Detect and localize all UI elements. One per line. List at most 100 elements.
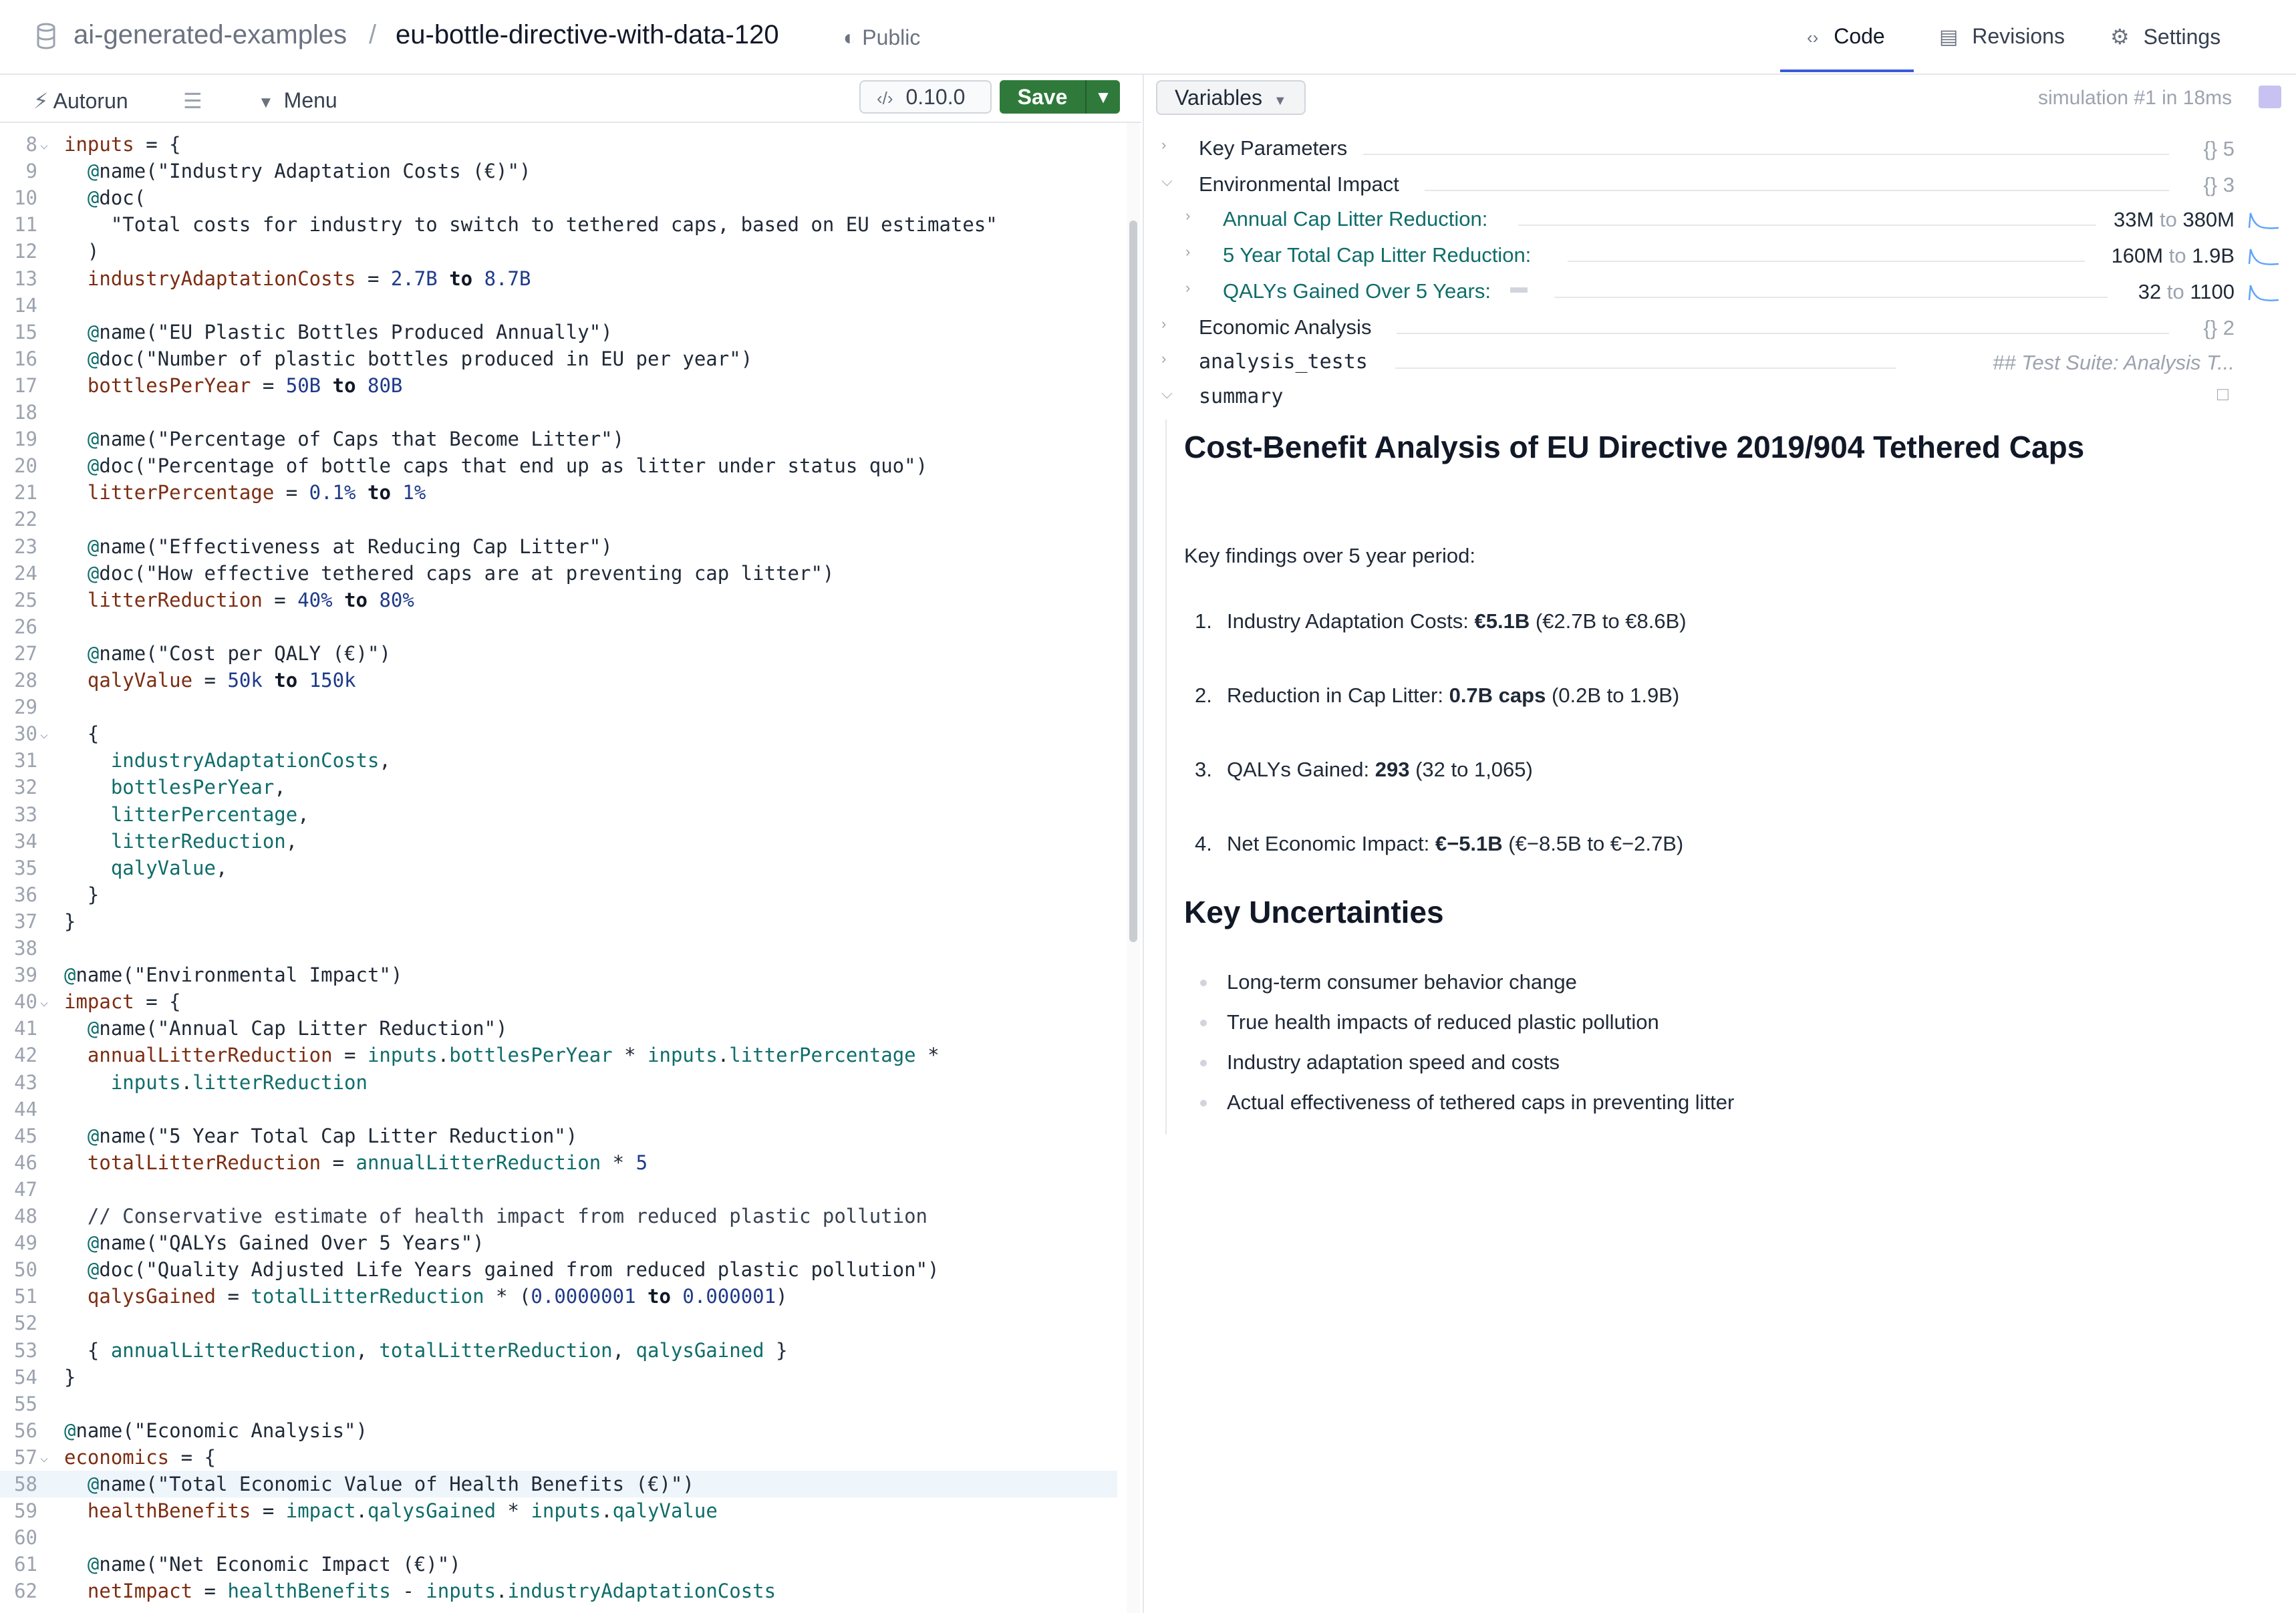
distribution-sparkline-icon[interactable] — [2248, 245, 2280, 265]
code-line[interactable]: 61 @name("Net Economic Impact (€)") — [0, 1551, 1117, 1578]
code-line[interactable]: 27 @name("Cost per QALY (€)") — [0, 640, 1117, 667]
editor-scrollbar-thumb[interactable] — [1129, 221, 1137, 942]
code-line[interactable]: 45 @name("5 Year Total Cap Litter Reduct… — [0, 1123, 1117, 1149]
version-selector[interactable]: ‹/› 0.10.0 — [859, 80, 992, 114]
chevron-right-icon[interactable]: › — [1161, 315, 1166, 333]
fold-chevron-icon[interactable]: ⌵ — [40, 1444, 48, 1471]
chevron-right-icon[interactable]: › — [1185, 243, 1190, 261]
pane-divider[interactable] — [1143, 75, 1144, 1613]
chevron-right-icon[interactable]: › — [1161, 136, 1166, 154]
code-line[interactable]: 14 — [0, 292, 1117, 319]
autorun-toggle[interactable]: ⚡︎ Autorun — [33, 88, 128, 114]
code-line[interactable]: 49 @name("QALYs Gained Over 5 Years") — [0, 1229, 1117, 1256]
code-line[interactable]: 57 ⌵ economics = { — [0, 1444, 1117, 1471]
code-line[interactable]: 18 — [0, 399, 1117, 426]
code-line[interactable]: 46 totalLitterReduction = annualLitterRe… — [0, 1149, 1117, 1176]
code-line[interactable]: 33 litterPercentage, — [0, 801, 1117, 828]
visibility-badge[interactable]: ◐ Public — [843, 25, 920, 50]
code-line[interactable]: 39 @name("Environmental Impact") — [0, 962, 1117, 988]
code-line[interactable]: 53 { annualLitterReduction, totalLitterR… — [0, 1337, 1117, 1364]
code-line[interactable]: 10 @doc( — [0, 184, 1117, 211]
fold-chevron-icon[interactable]: ⌵ — [40, 988, 48, 1015]
distribution-sparkline-icon[interactable] — [2248, 281, 2280, 301]
code-line[interactable]: 13 industryAdaptationCosts = 2.7B to 8.7… — [0, 265, 1117, 292]
tab-code[interactable]: ‹› Code — [1807, 24, 1885, 49]
chevron-down-icon[interactable]: ⌵ — [1161, 172, 1173, 190]
tree-item-label[interactable]: Economic Analysis — [1199, 310, 1371, 345]
save-dropdown-button[interactable]: ▼ — [1085, 80, 1120, 114]
code-line[interactable]: 60 — [0, 1524, 1117, 1551]
code-line[interactable]: 35 qalyValue, — [0, 855, 1117, 881]
code-line[interactable]: 8 ⌵ inputs = { — [0, 131, 1117, 158]
code-line[interactable]: 43 inputs.litterReduction — [0, 1069, 1117, 1096]
code-line[interactable]: 55 — [0, 1390, 1117, 1417]
code-line[interactable]: 48 // Conservative estimate of health im… — [0, 1203, 1117, 1229]
code-line[interactable]: 23 @name("Effectiveness at Reducing Cap … — [0, 533, 1117, 560]
chevron-down-icon[interactable]: ⌵ — [1161, 385, 1173, 402]
code-line[interactable]: 54} — [0, 1364, 1117, 1390]
code-line[interactable]: 9 @name("Industry Adaptation Costs (€)") — [0, 158, 1117, 184]
code-line[interactable]: 51 qalysGained = totalLitterReduction * … — [0, 1283, 1117, 1310]
code-line[interactable]: 17 bottlesPerYear = 50B to 80B — [0, 372, 1117, 399]
tree-item-label[interactable]: Key Parameters — [1199, 131, 1347, 166]
code-line[interactable]: 41 @name("Annual Cap Litter Reduction") — [0, 1015, 1117, 1042]
save-button[interactable]: Save — [1000, 80, 1085, 114]
code-line[interactable]: 21 litterPercentage = 0.1% to 1% — [0, 479, 1117, 506]
code-editor[interactable]: 8 ⌵ inputs = {9 @name("Industry Adaptation… — [0, 123, 1123, 1613]
tree-item-label[interactable]: Annual Cap Litter Reduction: — [1223, 202, 1487, 237]
code-line[interactable]: 44 — [0, 1096, 1117, 1123]
code-line[interactable]: 32 bottlesPerYear, — [0, 774, 1117, 800]
code-line[interactable]: 11 "Total costs for industry to switch t… — [0, 211, 1117, 238]
tree-item-label[interactable]: summary — [1199, 380, 1283, 414]
code-line[interactable]: 12 ) — [0, 238, 1117, 265]
chevron-right-icon[interactable]: › — [1161, 350, 1166, 368]
outline-button[interactable]: ☰ — [183, 88, 202, 114]
code-line[interactable]: 16 @doc("Number of plastic bottles produ… — [0, 345, 1117, 372]
tab-settings[interactable]: ⚙ Settings — [2110, 24, 2220, 49]
code-line[interactable]: 37} — [0, 908, 1117, 935]
menu-button[interactable]: ▼ Menu — [258, 88, 337, 113]
code-line[interactable]: 40 ⌵ impact = { — [0, 988, 1117, 1015]
owner-link[interactable]: ai-generated-examples — [74, 20, 347, 50]
model-title[interactable]: eu-bottle-directive-with-data-120 — [396, 20, 779, 50]
viewer-options-icon[interactable] — [2259, 86, 2281, 108]
code-line[interactable]: 42 annualLitterReduction = inputs.bottle… — [0, 1042, 1117, 1068]
code-line[interactable]: 30 ⌵ { — [0, 720, 1117, 747]
code-line[interactable]: 38 — [0, 935, 1117, 962]
code-line[interactable]: 22 — [0, 506, 1117, 533]
code-line[interactable]: 25 litterReduction = 40% to 80% — [0, 587, 1117, 613]
fold-chevron-icon[interactable]: ⌵ — [40, 131, 48, 158]
tree-item-label[interactable]: analysis_tests — [1199, 345, 1368, 380]
code-line[interactable]: 28 qalyValue = 50k to 150k — [0, 667, 1117, 694]
code-text: totalLitterReduction = annualLitterReduc… — [87, 1151, 648, 1174]
code-line[interactable]: 19 @name("Percentage of Caps that Become… — [0, 426, 1117, 452]
code-line[interactable]: 15 @name("EU Plastic Bottles Produced An… — [0, 319, 1117, 345]
code-line[interactable]: 50 @doc("Quality Adjusted Life Years gai… — [0, 1256, 1117, 1283]
code-line[interactable]: 56 @name("Economic Analysis") — [0, 1417, 1117, 1444]
line-number: 49 — [14, 1231, 37, 1255]
distribution-sparkline-icon[interactable] — [2248, 209, 2280, 229]
code-line[interactable]: 29 — [0, 694, 1117, 720]
code-line[interactable]: 58 @name("Total Economic Value of Health… — [0, 1471, 1117, 1497]
fold-chevron-icon[interactable]: ⌵ — [40, 720, 48, 747]
code-line[interactable]: 34 litterReduction, — [0, 828, 1117, 855]
tree-item-label[interactable]: QALYs Gained Over 5 Years: — [1223, 274, 1491, 309]
code-line[interactable]: 26 — [0, 613, 1117, 640]
code-line[interactable]: 36 } — [0, 881, 1117, 908]
code-line[interactable]: 47 — [0, 1176, 1117, 1203]
tree-item-label[interactable]: 5 Year Total Cap Litter Reduction: — [1223, 238, 1531, 273]
tree-item-label[interactable]: Environmental Impact — [1199, 167, 1399, 202]
code-line[interactable]: 59 healthBenefits = impact.qalysGained *… — [0, 1497, 1117, 1524]
code-line[interactable]: 24 @doc("How effective tethered caps are… — [0, 560, 1117, 587]
chevron-right-icon[interactable]: › — [1185, 279, 1190, 297]
code-text: @name("Total Economic Value of Health Be… — [87, 1473, 694, 1495]
code-line[interactable]: 20 @doc("Percentage of bottle caps that … — [0, 452, 1117, 479]
chevron-right-icon[interactable]: › — [1185, 207, 1190, 225]
code-line[interactable]: 31 industryAdaptationCosts, — [0, 747, 1117, 774]
range-high: 1100 — [2190, 280, 2235, 303]
code-line[interactable]: 62 netImpact = healthBenefits - inputs.i… — [0, 1578, 1117, 1604]
variables-dropdown[interactable]: Variables ▼ — [1156, 80, 1306, 115]
tab-revisions[interactable]: ▤ Revisions — [1939, 24, 2065, 49]
visibility-label: Public — [862, 25, 921, 49]
code-line[interactable]: 52 — [0, 1310, 1117, 1336]
